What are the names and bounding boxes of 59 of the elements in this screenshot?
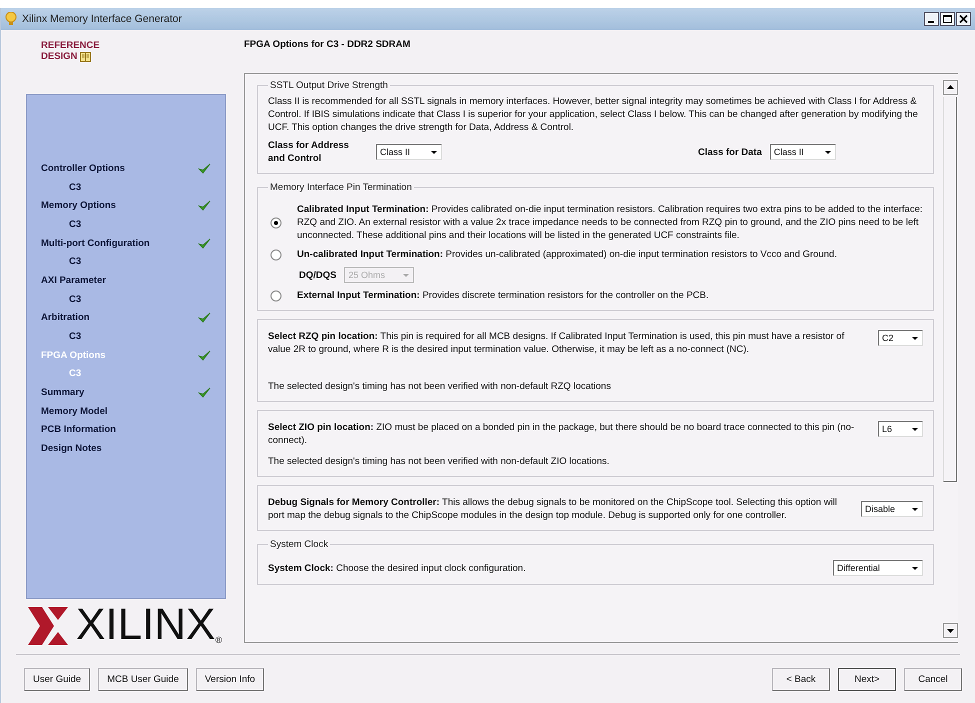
footer-button[interactable]: Version Info	[196, 668, 264, 690]
dropdown[interactable]: L6	[878, 421, 923, 437]
nav-subitem[interactable]: C3	[27, 178, 225, 196]
option-description: External Input Termination: Provides discrete termination resistors for the controller on the PCB.	[297, 289, 709, 302]
lightbulb-icon	[5, 12, 17, 26]
field-label: Class for Data	[698, 146, 762, 158]
reference-design-label: DESIGN	[41, 51, 78, 62]
setting-description: Select RZQ pin location: This pin is required for all MCB designs. If Calibrated Input Termination is used, this pin must have a resistor of value 2R to ground, where R is the desired input termination value. Otherwise, it may be left as a no-connect (NC).	[268, 330, 846, 356]
nav-item[interactable]: Design Notes	[27, 439, 225, 458]
footer-button[interactable]: User Guide	[24, 668, 90, 690]
book-icon[interactable]	[80, 52, 92, 62]
registered-mark: ®	[215, 635, 222, 645]
scroll-down-button[interactable]	[942, 623, 958, 638]
dropdown[interactable]: Differential	[833, 560, 923, 576]
group-title: SSTL Output Drive Strength	[269, 80, 389, 91]
timing-note: The selected design's timing has not been verified with non-default ZIO locations.	[268, 455, 610, 468]
option-description: Un-calibrated Input Termination: Provides un-calibrated (approximated) on-die input termination resistors to Vcco and Ground.	[297, 248, 837, 261]
logo-icon	[26, 607, 70, 645]
setting-description: System Clock: Choose the desired input clock configuration.	[268, 562, 527, 574]
nav-subitem[interactable]: C3	[27, 252, 225, 272]
scroll-up-button[interactable]	[942, 80, 958, 95]
nav-item[interactable]: Memory Options	[27, 196, 225, 216]
footer-button[interactable]: Cancel	[904, 668, 962, 690]
footer-button[interactable]: MCB User Guide	[98, 668, 188, 690]
setting-description: Debug Signals for Memory Controller: This allows the debug signals to be monitored on the ChipScope tool. Selecting this option will port map the debug signals to the ChipScope modules in the design top module. Debug is supported only for one controller.	[268, 496, 838, 522]
field-label: Class for Address and Control	[268, 139, 350, 165]
nav-item[interactable]: Controller Options	[27, 159, 225, 178]
field-label: DQ/DQS	[299, 268, 336, 282]
footer-button[interactable]: Next>	[838, 668, 896, 690]
maximize-icon[interactable]	[940, 12, 955, 26]
reference-design-label: REFERENCE	[41, 40, 100, 51]
dropdown[interactable]: C2	[878, 330, 923, 346]
nav-item[interactable]: PCB Information	[27, 420, 225, 440]
page-title: FPGA Options for C3 - DDR2 SDRAM	[244, 39, 412, 52]
nav-item[interactable]: Memory Model	[27, 402, 225, 421]
timing-note: The selected design's timing has not been verified with non-default RZQ locations	[268, 380, 612, 393]
logo-wordmark: XILINX	[76, 605, 216, 645]
nav-subitem[interactable]: C3	[27, 215, 225, 234]
nav-item[interactable]: Arbitration	[27, 308, 225, 328]
nav-item[interactable]: Summary	[27, 383, 225, 402]
close-icon[interactable]	[956, 12, 971, 26]
nav-subitem[interactable]: C3	[27, 327, 225, 346]
group-title: System Clock	[269, 539, 330, 550]
nav-item[interactable]: Multi-port Configuration	[27, 234, 225, 252]
dropdown[interactable]: Class II	[770, 144, 836, 160]
dropdown[interactable]: Disable	[861, 501, 923, 517]
radio-button[interactable]	[270, 216, 282, 228]
description: Class II is recommended for all SSTL signals in memory interfaces. However, better signal integrity may sometimes be achieved with Class I for Address & Control. If IBIS simulations indicate that Class I is superior for your application, select Class I below. This can be changed after generation by modifying the UCF. This option changes the drive strength for Data, Address & Control.	[268, 95, 919, 134]
setting-description: Select ZIO pin location: ZIO must be placed on a bonded pin in the package, but there should be no board trace connected to this pin (no-connect).	[268, 421, 856, 447]
dropdown[interactable]: Class II	[376, 144, 442, 160]
radio-button[interactable]	[270, 248, 282, 260]
nav-subitem[interactable]: C3	[27, 290, 225, 308]
window-title: Xilinx Memory Interface Generator	[22, 13, 183, 25]
radio-button[interactable]	[270, 290, 282, 302]
minimize-icon[interactable]	[924, 12, 939, 26]
group-title: Memory Interface Pin Termination	[269, 182, 413, 193]
nav-item[interactable]: AXI Parameter	[27, 271, 225, 290]
option-description: Calibrated Input Termination: Provides calibrated on-die input termination resistors. Calibration requires two extra pins to be added to the interface: RZQ and ZIO. An external resistor with a value 2x trace impedance needs to be connected from RZQ pin to ground, and the ZIO pins need to be left unconnected. These additional pins and their locations will be listed in the generated UCF constraints file.	[297, 203, 923, 242]
footer-button[interactable]: < Back	[772, 668, 830, 690]
